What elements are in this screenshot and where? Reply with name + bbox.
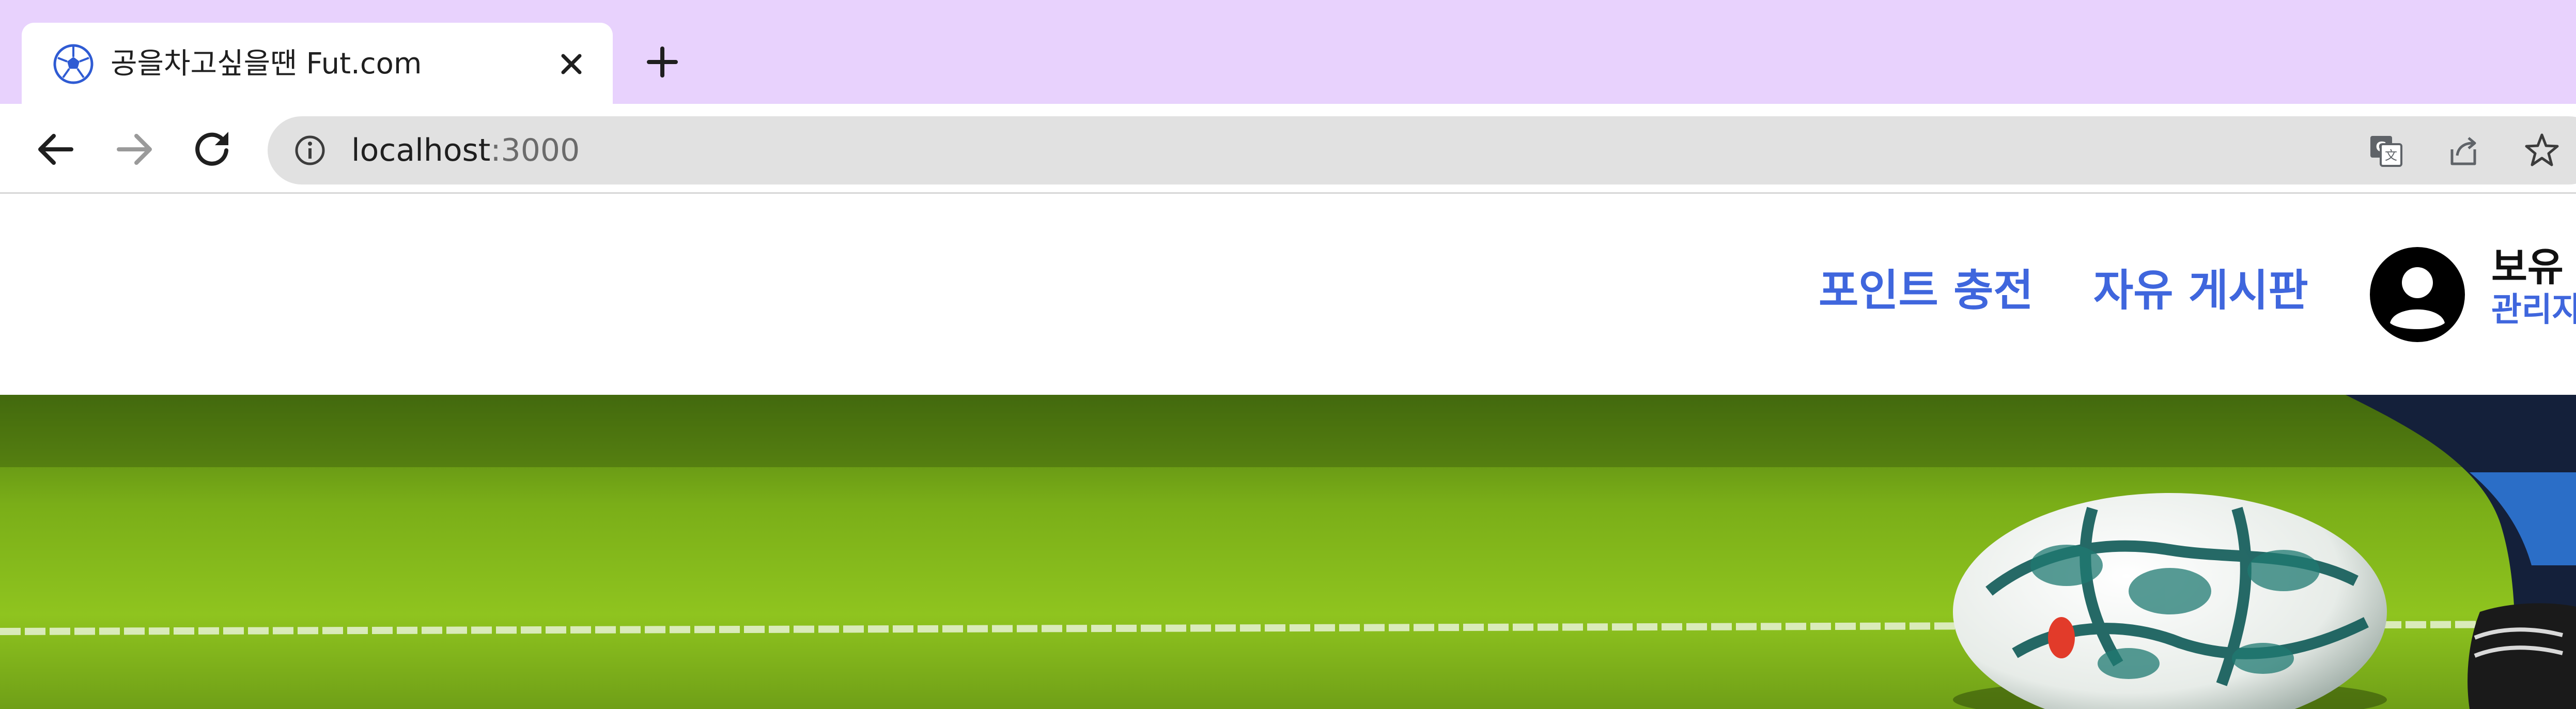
hero-banner xyxy=(0,395,2576,709)
url-host: localhost xyxy=(351,132,491,168)
browser-tab[interactable]: 공을차고싶을땐 Fut.com xyxy=(22,23,613,105)
url-port: :3000 xyxy=(490,132,580,168)
translate-icon[interactable]: G 文 xyxy=(2367,132,2404,169)
address-bar[interactable]: localhost:3000 G 文 xyxy=(268,116,2576,184)
soccer-ball-on-grass-banner xyxy=(0,395,2576,709)
close-icon[interactable] xyxy=(553,45,590,83)
tab-title: 공을차고싶을땐 Fut.com xyxy=(111,47,422,81)
soccer-ball-icon xyxy=(53,44,94,84)
plus-icon[interactable] xyxy=(642,41,683,83)
user-points-label: 보유 포 xyxy=(2491,244,2576,290)
tab-strip: 공을차고싶을땐 Fut.com xyxy=(0,0,2576,105)
star-icon[interactable] xyxy=(2523,132,2561,169)
arrow-left-icon[interactable] xyxy=(31,125,81,174)
reload-icon[interactable] xyxy=(188,125,238,174)
arrow-right-icon[interactable] xyxy=(110,125,159,174)
browser-chrome: 공을차고싶을땐 Fut.com localhost:3000 文 xyxy=(0,0,2576,194)
user-avatar-icon[interactable] xyxy=(2368,245,2466,344)
share-icon[interactable] xyxy=(2445,132,2482,169)
browser-toolbar: localhost:3000 G 文 xyxy=(0,104,2576,194)
info-icon[interactable] xyxy=(293,134,327,167)
url-text[interactable]: localhost:3000 xyxy=(351,130,580,171)
nav-point-charge[interactable]: 포인트 충전 xyxy=(1819,262,2034,319)
nav-free-board[interactable]: 자유 게시판 xyxy=(2093,262,2308,319)
svg-text:文: 文 xyxy=(2385,148,2397,163)
web-page: 포인트 충전 자유 게시판 보유 포 관리자 xyxy=(0,194,2576,709)
user-role-label: 관리자 xyxy=(2491,291,2576,329)
site-header: 포인트 충전 자유 게시판 보유 포 관리자 xyxy=(0,194,2576,395)
